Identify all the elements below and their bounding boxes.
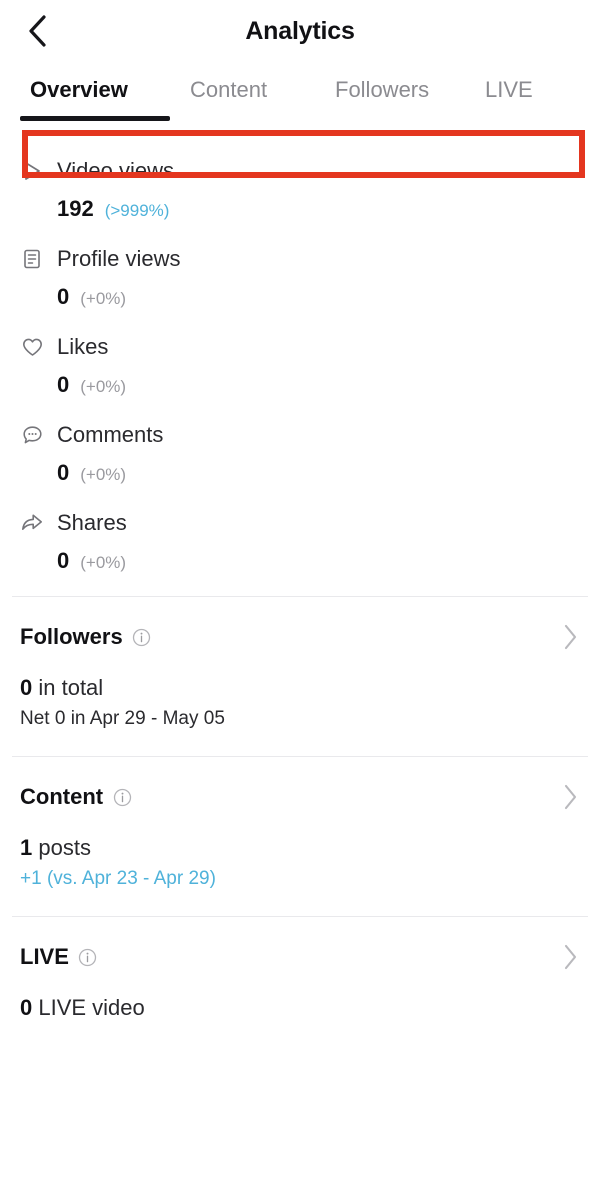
tab-live[interactable]: LIVE	[485, 77, 575, 103]
metric-value: 192	[57, 196, 94, 221]
content-posts-suffix: posts	[32, 835, 91, 860]
metric-label: Video views	[57, 158, 174, 183]
play-icon	[20, 159, 44, 183]
chevron-right-icon[interactable]	[558, 623, 582, 651]
metric-delta: (+0%)	[80, 289, 127, 308]
metric-label: Comments	[57, 422, 164, 447]
metric-delta: (+0%)	[80, 553, 127, 572]
share-icon	[20, 511, 44, 535]
tab-overview[interactable]: Overview	[30, 77, 190, 103]
section-title: Content	[20, 784, 104, 809]
metric-comments: Comments 0 (+0%)	[0, 420, 600, 486]
section-title: LIVE	[20, 944, 69, 969]
metric-label: Shares	[57, 510, 127, 535]
info-icon[interactable]	[132, 627, 152, 647]
metric-value: 0	[57, 284, 70, 309]
comment-icon	[20, 423, 44, 447]
live-video-suffix: LIVE video	[32, 995, 145, 1020]
metric-delta: (>999%)	[104, 201, 170, 220]
followers-net-text: Net 0 in Apr 29 - May 05	[20, 708, 225, 729]
metric-value: 0	[57, 460, 70, 485]
analytics-screen: Analytics Overview Content Followers LIV…	[0, 0, 600, 1196]
page-title: Analytics	[245, 16, 355, 45]
tab-content[interactable]: Content	[190, 77, 335, 103]
back-button[interactable]	[14, 8, 60, 54]
content-section[interactable]: Content 1 posts +1 (vs. Apr 23 - Apr 29)	[0, 757, 600, 916]
section-title: Followers	[20, 624, 123, 649]
followers-total-suffix: in total	[32, 675, 104, 700]
content-posts-value: 1	[20, 835, 33, 860]
chevron-right-icon[interactable]	[558, 943, 582, 971]
tab-followers[interactable]: Followers	[335, 77, 485, 103]
live-section[interactable]: LIVE 0 LIVE video	[0, 917, 600, 1047]
metric-delta: (+0%)	[80, 377, 127, 396]
app-header: Analytics	[0, 0, 600, 62]
heart-icon	[20, 335, 44, 359]
chevron-right-icon[interactable]	[558, 783, 582, 811]
live-video-value: 0	[20, 995, 33, 1020]
followers-total: 0 in total	[20, 675, 580, 701]
metric-video-views: Video views 192 (>999%)	[0, 156, 600, 222]
metric-shares: Shares 0 (+0%)	[0, 508, 600, 574]
metric-delta: (+0%)	[80, 465, 127, 484]
followers-section[interactable]: Followers 0 in total Net 0 in Apr 29 - M…	[0, 597, 600, 756]
metric-value: 0	[57, 548, 70, 573]
followers-total-value: 0	[20, 675, 33, 700]
content-change-text: +1 (vs. Apr 23 - Apr 29)	[20, 868, 216, 889]
chevron-left-icon	[29, 15, 46, 47]
metric-likes: Likes 0 (+0%)	[0, 332, 600, 398]
metric-label: Likes	[57, 334, 109, 359]
metric-value: 0	[57, 372, 70, 397]
content-posts: 1 posts	[20, 835, 580, 861]
metric-label: Profile views	[57, 246, 181, 271]
tab-bar: Overview Content Followers LIVE	[0, 62, 600, 178]
metrics-list: Video views 192 (>999%) Profile views 0 …	[0, 132, 600, 574]
live-video-count: 0 LIVE video	[20, 995, 580, 1021]
metric-profile-views: Profile views 0 (+0%)	[0, 244, 600, 310]
active-tab-indicator	[20, 116, 170, 121]
info-icon[interactable]	[78, 947, 98, 967]
profile-card-icon	[20, 247, 44, 271]
info-icon[interactable]	[112, 787, 132, 807]
